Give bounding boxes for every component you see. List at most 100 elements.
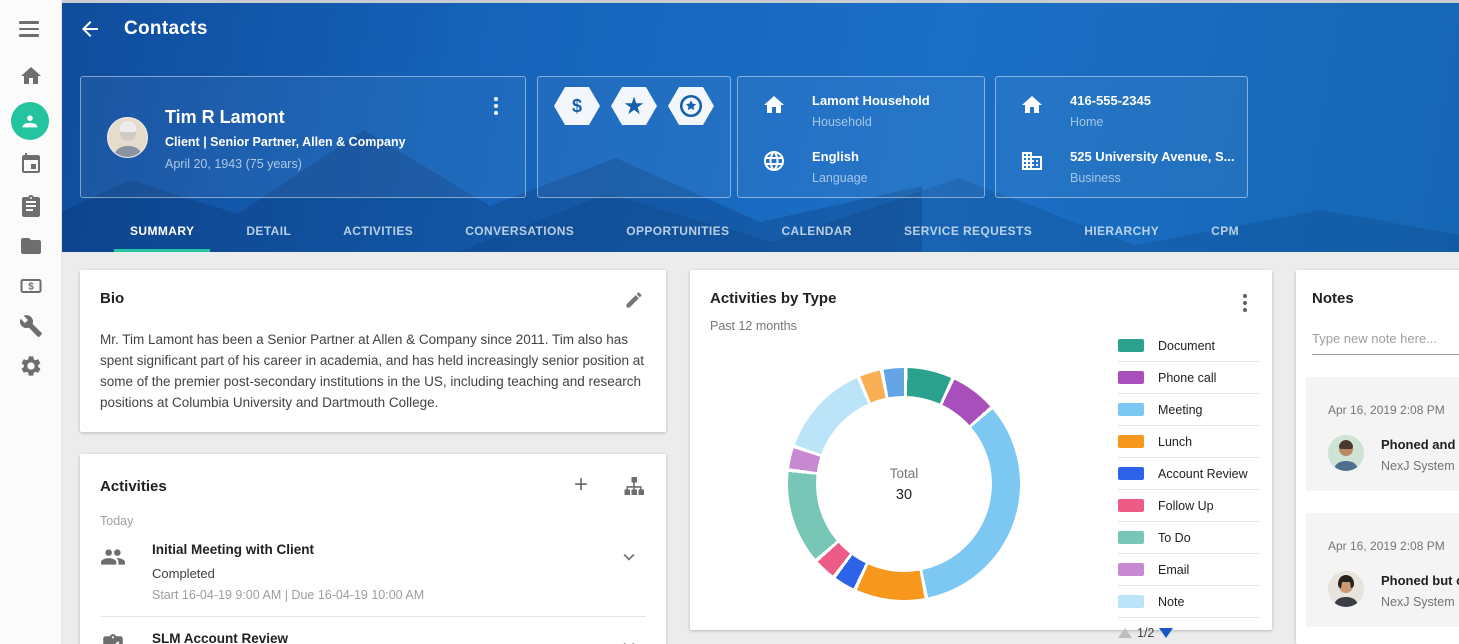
note-text: Phoned and le: [1381, 437, 1459, 452]
star-badge-icon[interactable]: ★: [611, 87, 657, 125]
legend-swatch: [1118, 499, 1144, 512]
plus-icon[interactable]: +: [570, 475, 592, 497]
legend-swatch: [1118, 339, 1144, 352]
kebab-menu-icon[interactable]: [1236, 292, 1254, 314]
back-arrow-icon[interactable]: [78, 17, 102, 41]
tab-service-requests[interactable]: SERVICE REQUESTS: [878, 210, 1058, 252]
household-row[interactable]: Lamont Household Household: [762, 93, 930, 129]
legend-label: Email: [1158, 563, 1189, 577]
legend-label: To Do: [1158, 531, 1191, 545]
people-icon: [100, 544, 126, 570]
contact-name: Tim R Lamont: [165, 107, 285, 128]
activity-status: Completed: [152, 566, 646, 581]
household-card: Lamont Household Household English Langu…: [737, 76, 985, 198]
tab-detail[interactable]: DETAIL: [220, 210, 317, 252]
note-item: Apr 16, 2019 2:08 PM Phoned but co NexJ …: [1306, 513, 1459, 627]
language-row[interactable]: English Language: [762, 149, 868, 185]
legend-item: Document: [1118, 330, 1260, 362]
legend-item: Email: [1118, 554, 1260, 586]
app-bar: Contacts: [62, 0, 1459, 58]
legend-page-indicator: 1/2: [1137, 626, 1154, 640]
tab-opportunities[interactable]: OPPORTUNITIES: [600, 210, 755, 252]
legend-item: Account Review: [1118, 458, 1260, 490]
home-icon[interactable]: [19, 64, 43, 88]
legend-swatch: [1118, 371, 1144, 384]
building-icon: [1020, 149, 1044, 173]
legend-item: Lunch: [1118, 426, 1260, 458]
contacts-icon[interactable]: [11, 102, 49, 140]
legend-page-down-icon[interactable]: [1159, 628, 1173, 638]
note-text: Phoned but co: [1381, 573, 1459, 588]
billing-icon[interactable]: $: [19, 274, 43, 298]
tab-hierarchy[interactable]: HIERARCHY: [1058, 210, 1185, 252]
tab-activities[interactable]: ACTIVITIES: [317, 210, 439, 252]
legend-item: Meeting: [1118, 394, 1260, 426]
legend-swatch: [1118, 403, 1144, 416]
phone-label: Home: [1070, 115, 1151, 129]
legend-label: Follow Up: [1158, 499, 1214, 513]
contact-birthdate: April 20, 1943 (75 years): [165, 157, 302, 171]
legend-item: Follow Up: [1118, 490, 1260, 522]
legend-label: Note: [1158, 595, 1184, 609]
note-author-avatar: [1328, 571, 1364, 607]
task-check-icon: [100, 633, 126, 644]
legend-item: Phone call: [1118, 362, 1260, 394]
tab-calendar[interactable]: CALENDAR: [755, 210, 878, 252]
menu-icon[interactable]: [19, 18, 43, 42]
calendar-icon[interactable]: [19, 152, 43, 176]
org-chart-icon[interactable]: [622, 474, 646, 498]
legend-label: Account Review: [1158, 467, 1248, 481]
dollar-badge-icon[interactable]: $: [554, 87, 600, 125]
household-value: Lamont Household: [812, 93, 930, 108]
note-item: Apr 16, 2019 2:08 PM Phoned and le NexJ …: [1306, 377, 1459, 491]
activity-row[interactable]: Initial Meeting with Client Completed St…: [100, 528, 646, 617]
chevron-down-icon[interactable]: [618, 635, 640, 644]
legend-label: Meeting: [1158, 403, 1202, 417]
household-label: Household: [812, 115, 930, 129]
legend-pagination: 1/2: [1118, 620, 1260, 644]
documents-icon[interactable]: [19, 234, 43, 258]
pencil-icon[interactable]: [624, 290, 644, 310]
legend-item: Note: [1118, 586, 1260, 618]
globe-icon: [762, 149, 786, 173]
home-icon: [762, 93, 786, 117]
donut-center-label: Total: [890, 466, 919, 481]
tab-summary[interactable]: SUMMARY: [104, 210, 220, 252]
chevron-down-icon[interactable]: [618, 546, 640, 568]
tab-cpm[interactable]: CPM: [1185, 210, 1265, 252]
tasks-icon[interactable]: [19, 194, 43, 218]
donut-center: Total 30: [816, 396, 992, 572]
note-author: NexJ System: [1381, 595, 1459, 609]
note-timestamp: Apr 16, 2019 2:08 PM: [1328, 403, 1459, 417]
legend-page-up-icon[interactable]: [1118, 628, 1132, 638]
home-icon: [1020, 93, 1044, 117]
kebab-menu-icon[interactable]: [487, 95, 505, 117]
page-title: Contacts: [124, 18, 208, 40]
activity-row[interactable]: SLM Account Review Outstanding: [100, 617, 646, 644]
contact-summary-card: Tim R Lamont Client | Senior Partner, Al…: [80, 76, 526, 198]
star-circle-badge-icon[interactable]: [668, 87, 714, 125]
activity-schedule: Start 16-04-19 9:00 AM | Due 16-04-19 10…: [152, 588, 646, 602]
tab-bar: SUMMARY DETAIL ACTIVITIES CONVERSATIONS …: [104, 210, 1265, 252]
new-note-input[interactable]: Type new note here...: [1312, 331, 1459, 355]
address-row[interactable]: 525 University Avenue, S... Business: [1020, 149, 1235, 185]
settings-icon[interactable]: [19, 354, 43, 378]
legend-swatch: [1118, 595, 1144, 608]
activities-card: Activities + Today Initial Meeting with …: [80, 454, 666, 644]
legend-swatch: [1118, 563, 1144, 576]
contact-avatar: [107, 117, 148, 158]
bio-text: Mr. Tim Lamont has been a Senior Partner…: [100, 329, 652, 413]
contact-subtitle: Client | Senior Partner, Allen & Company: [165, 135, 406, 149]
legend-swatch: [1118, 467, 1144, 480]
left-sidebar: $: [0, 0, 62, 644]
bio-card: Bio Mr. Tim Lamont has been a Senior Par…: [80, 270, 666, 432]
activities-group-label: Today: [100, 514, 646, 528]
badges-card: $ ★: [537, 76, 731, 198]
notes-title: Notes: [1312, 290, 1459, 307]
tab-conversations[interactable]: CONVERSATIONS: [439, 210, 600, 252]
activity-title: SLM Account Review: [152, 631, 646, 644]
tools-icon[interactable]: [19, 314, 43, 338]
address-label: Business: [1070, 171, 1235, 185]
phone-row[interactable]: 416-555-2345 Home: [1020, 93, 1151, 129]
legend-swatch: [1118, 531, 1144, 544]
